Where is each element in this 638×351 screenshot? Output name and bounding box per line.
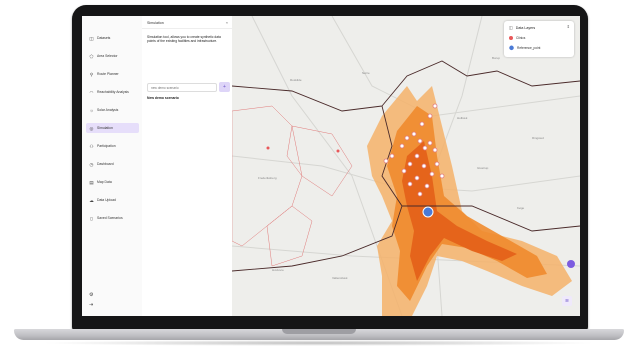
sidebar-item-solar[interactable]: ☼ Solar Analysis	[86, 105, 139, 115]
sidebar-item-label: Datasets	[97, 36, 111, 40]
polygon-icon: ⬠	[89, 53, 94, 59]
layer-label: Reference_point	[517, 46, 541, 50]
map-place-label: Vallensbæk	[332, 276, 348, 280]
sidebar-item-label: Simulation	[97, 126, 113, 130]
add-scenario-button[interactable]: +	[219, 82, 230, 92]
laptop-shadow	[40, 340, 598, 346]
clinic-marker[interactable]	[336, 149, 340, 153]
sidebar-item-area-selector[interactable]: ⬠ Area Selector	[86, 51, 139, 61]
logout-icon[interactable]: ⇥	[89, 302, 95, 308]
layer-item-reference-point[interactable]: ⬤ Reference_point	[509, 45, 541, 50]
map-place-label: Glostrup	[477, 166, 489, 170]
sidebar-item-data-upload[interactable]: ☁ Data Upload	[86, 195, 139, 205]
solar-icon: ☼	[89, 107, 94, 113]
map-svg	[232, 16, 580, 316]
simulation-panel: Simulation « Simulation tool, allows you…	[142, 16, 233, 316]
sidebar-item-label: Dashboard	[97, 162, 114, 166]
sidebar-item-label: Solar Analysis	[97, 108, 119, 112]
wifi-icon: ◠	[89, 89, 94, 95]
data-layers-header[interactable]: ◫ Data Layers	[509, 25, 535, 30]
heatmap	[367, 86, 572, 316]
sidebar-item-simulation[interactable]: ◎ Simulation	[86, 123, 139, 133]
map-canvas[interactable]: Roskilde Nørre Holbæk Frederiksberg Køge…	[232, 16, 580, 316]
new-scenario-item[interactable]: New demo scenario	[147, 96, 179, 100]
clinic-dot-icon	[509, 36, 513, 40]
map-pin-icon: ⬤	[509, 45, 515, 50]
settings-icon[interactable]: ⚙	[89, 292, 95, 298]
map-place-label: Køge	[517, 206, 525, 210]
collapse-icon[interactable]: «	[226, 20, 228, 25]
layers-icon: ◫	[509, 25, 513, 30]
sidebar-item-saved-scenarios[interactable]: ▯ Saved Scenarios	[86, 213, 139, 223]
sidebar-item-dashboard[interactable]: ◷ Dashboard	[86, 159, 139, 169]
map-place-label: Hvidovre	[272, 268, 284, 272]
panel-title: Simulation	[147, 21, 164, 25]
map-place-label: Frederiksberg	[258, 176, 277, 180]
bookmark-icon: ▯	[90, 215, 93, 221]
map-place-label: Borup	[492, 56, 501, 60]
zoom-control-button[interactable]	[567, 260, 575, 268]
panel-divider	[142, 28, 232, 29]
people-icon: ⚇	[89, 143, 94, 149]
sidebar-item-label: Participation	[97, 144, 116, 148]
map-place-label: Roskilde	[290, 78, 302, 82]
reference-point-marker[interactable]	[422, 206, 434, 218]
app-screen: ◫ Datasets ⬠ Area Selector ⚲ Route Planner …	[82, 16, 580, 316]
sidebar-item-label: Reachability Analysis	[97, 90, 129, 94]
database-icon: ◫	[89, 35, 94, 41]
layer-label: Clinics	[516, 36, 526, 40]
map-place-label: Holbæk	[457, 116, 468, 120]
sidebar-item-label: Data Upload	[97, 198, 116, 202]
data-layers-title: Data Layers	[515, 25, 536, 30]
laptop-notch	[282, 329, 356, 334]
sidebar-item-datasets[interactable]: ◫ Datasets	[86, 33, 139, 43]
panel-description: Simulation tool, allows you to create sy…	[147, 35, 221, 44]
chevron-updown-icon[interactable]: ⇕	[567, 24, 570, 29]
cloud-upload-icon: ☁	[89, 197, 94, 203]
layer-stack-icon[interactable]: ≋	[562, 296, 572, 306]
sidebar: ◫ Datasets ⬠ Area Selector ⚲ Route Planner …	[82, 16, 143, 316]
clinic-marker[interactable]	[266, 146, 270, 150]
municipality-outlines	[232, 105, 353, 267]
data-layers-panel: ◫ Data Layers ⇕ Clinics ⬤ Reference_poin…	[504, 21, 574, 57]
map-place-label: Ringsted	[532, 136, 544, 140]
sidebar-item-participation[interactable]: ⚇ Participation	[86, 141, 139, 151]
scenario-name-input[interactable]	[147, 83, 217, 92]
sidebar-item-map-data[interactable]: ▤ Map Data	[86, 177, 139, 187]
dashboard-icon: ◷	[89, 161, 94, 167]
sidebar-item-route-planner[interactable]: ⚲ Route Planner	[86, 69, 139, 79]
sidebar-item-label: Area Selector	[97, 54, 118, 58]
sidebar-item-label: Map Data	[97, 180, 112, 184]
sidebar-item-label: Route Planner	[97, 72, 119, 76]
layer-item-clinics[interactable]: Clinics	[509, 36, 525, 40]
laptop-mockup: ◫ Datasets ⬠ Area Selector ⚲ Route Planner …	[0, 0, 638, 351]
map-place-label: Nørre	[362, 71, 370, 75]
map-icon: ▤	[89, 179, 94, 185]
route-icon: ⚲	[89, 71, 94, 77]
sidebar-item-label: Saved Scenarios	[97, 216, 123, 220]
sidebar-item-reachability[interactable]: ◠ Reachability Analysis	[86, 87, 139, 97]
simulation-icon: ◎	[89, 125, 94, 131]
